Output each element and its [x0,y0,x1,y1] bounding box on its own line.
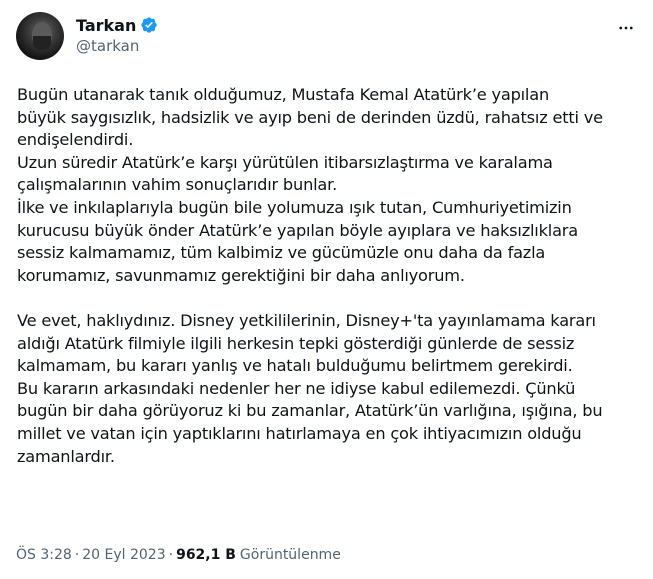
tweet-line: Bu kararın arkasındaki nedenler her ne i… [17,378,576,398]
tweet-line: İlke ve inkılaplarıyla bugün bile yolumu… [17,197,572,217]
tweet-line: korumamız, savunmamız gerektiğini bir da… [17,265,465,285]
tweet-date[interactable]: 20 Eyl 2023 [82,547,165,563]
author-name-row: Tarkan [76,14,158,36]
tweet-line: Uzun süredir Atatürk’e karşı yürütülen i… [17,152,553,172]
author-display-name[interactable]: Tarkan [76,16,136,35]
tweet-line: endişelendirdi. [17,130,134,150]
tweet-line: zamanlardır. [17,446,115,466]
meta-separator: · [168,547,174,563]
avatar-beard [33,36,51,50]
tweet-line: Ve evet, haklıydınız. Disney yetkilileri… [17,310,596,330]
views-label: Görüntülenme [239,547,341,563]
tweet-line: millet ve vatan için yaptıklarını hatırl… [17,423,582,443]
tweet-time[interactable]: ÖS 3:28 [16,547,72,563]
tweet-line: bugün bir daha görüyoruz ki bu zamanlar,… [17,401,603,421]
author-info: Tarkan @tarkan [76,14,158,55]
avatar[interactable] [16,12,64,60]
views-count: 962,1 B [176,547,236,563]
tweet-line: kurucusu büyük önder Atatürk’e yapılan b… [17,220,578,240]
tweet-meta: ÖS 3:28 · 20 Eyl 2023 · 962,1 B Görüntül… [16,547,341,563]
tweet-line: çalışmalarının vahim sonuçlarıdır bunlar… [17,175,338,195]
more-horizontal-icon [619,26,633,30]
tweet-header: Tarkan @tarkan [16,12,637,60]
more-options-button[interactable] [615,18,637,38]
author-handle[interactable]: @tarkan [76,37,158,55]
tweet-line: aldığı Atatürk filmiyle ilgili herkesin … [17,333,575,353]
tweet-line: büyük saygısızlık, hadsizlik ve ayıp ben… [17,107,603,127]
verified-badge-icon[interactable] [140,16,158,34]
tweet-text: Bugün utanarak tanık olduğumuz, Mustafa … [17,84,642,468]
tweet-line: kalmamam, bu kararı yanlış ve hatalı bul… [17,356,573,376]
tweet-line: sessiz kalmamamız, tüm kalbimiz ve gücüm… [17,243,546,263]
meta-separator: · [74,547,80,563]
tweet-line: Bugün utanarak tanık olduğumuz, Mustafa … [17,85,550,104]
